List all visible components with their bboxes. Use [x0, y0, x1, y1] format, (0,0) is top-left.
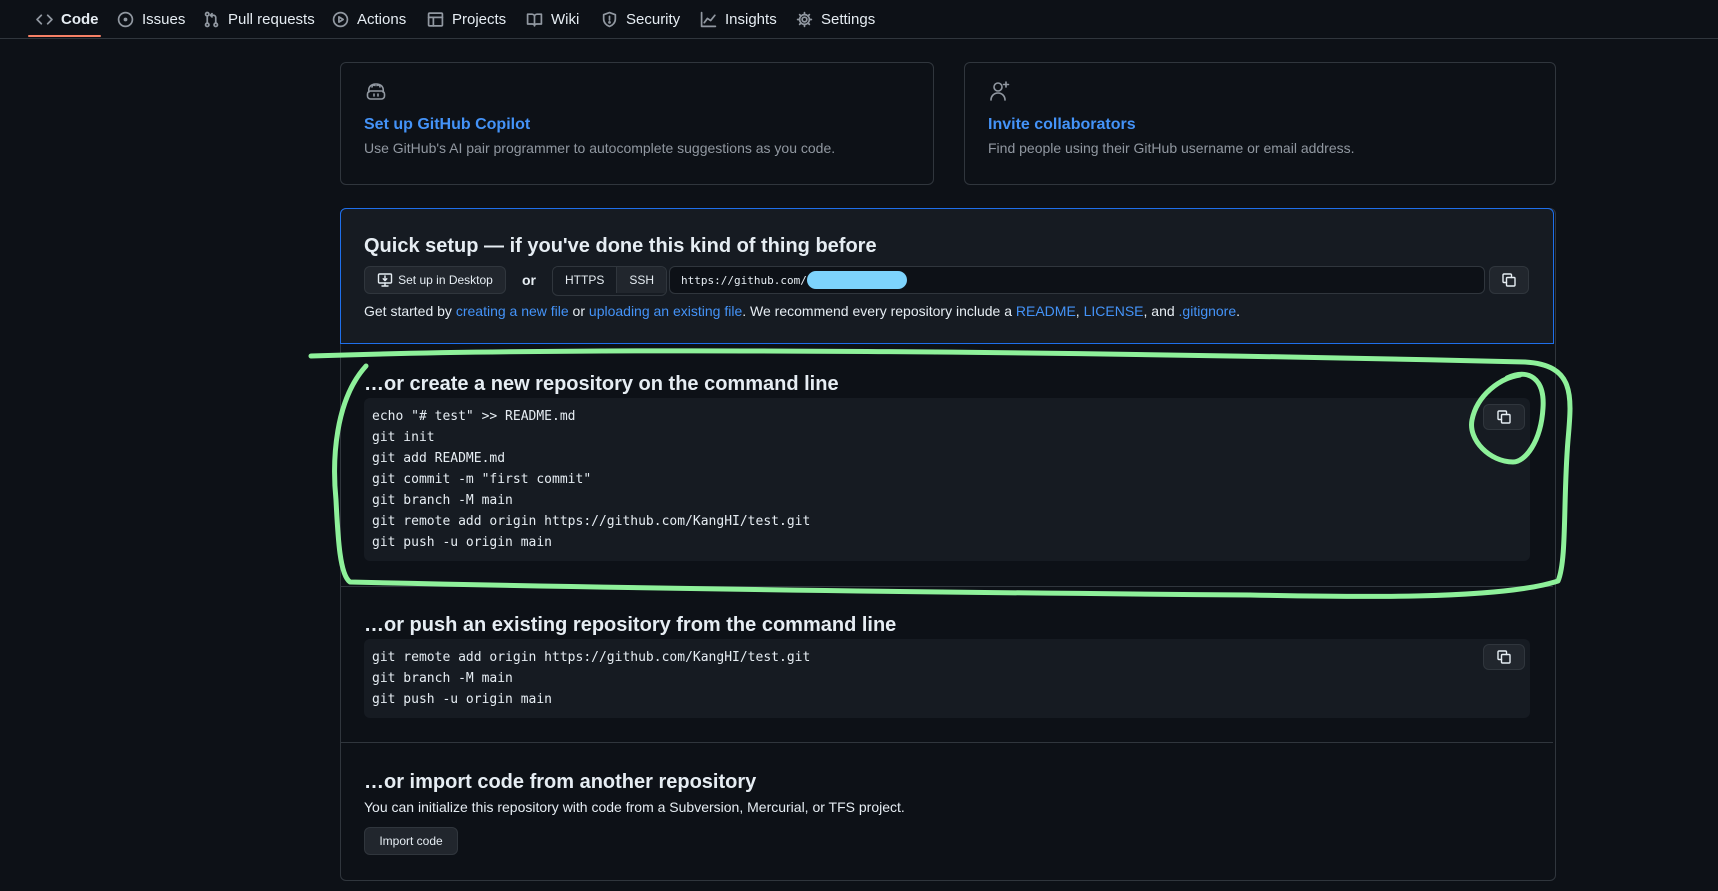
https-option[interactable]: HTTPS	[553, 267, 617, 293]
issue-icon	[117, 11, 134, 27]
create-new-file-link[interactable]: creating a new file	[456, 303, 569, 319]
text-segment: .	[1236, 303, 1241, 319]
copilot-link[interactable]: Set up GitHub Copilot	[364, 116, 530, 134]
protocol-toggle: HTTPS SSH	[552, 266, 668, 296]
copy-url-button[interactable]	[1489, 266, 1529, 294]
copy-create-commands-button[interactable]	[1483, 404, 1525, 430]
person-add-icon	[988, 79, 1012, 103]
code-line: git branch -M main	[372, 671, 513, 686]
quick-setup-title: Quick setup — if you've done this kind o…	[364, 235, 877, 257]
text-segment: Get started by	[364, 303, 456, 319]
desktop-download-icon	[377, 273, 393, 287]
setup-desktop-button[interactable]: Set up in Desktop	[364, 266, 506, 294]
tab-label: Settings	[821, 10, 876, 28]
tab-issues[interactable]: Issues	[117, 0, 185, 38]
play-icon	[332, 11, 349, 27]
copilot-icon	[364, 79, 388, 103]
tab-label: Issues	[142, 10, 186, 28]
tab-pull-requests[interactable]: Pull requests	[203, 0, 315, 38]
license-link[interactable]: LICENSE	[1084, 303, 1144, 319]
setup-desktop-label: Set up in Desktop	[398, 273, 493, 287]
copy-icon	[1502, 273, 1516, 287]
tab-projects[interactable]: Projects	[427, 0, 506, 38]
copilot-description: Use GitHub's AI pair programmer to autoc…	[364, 140, 836, 156]
invite-link[interactable]: Invite collaborators	[988, 116, 1136, 134]
code-line: git remote add origin https://github.com…	[372, 514, 811, 529]
create-repo-code-block: echo "# test" >> README.md git init git …	[364, 398, 1530, 561]
text-segment: ,	[1075, 303, 1084, 319]
copilot-card: Set up GitHub Copilot Use GitHub's AI pa…	[340, 62, 934, 185]
tab-label: Insights	[725, 10, 777, 28]
tab-code[interactable]: Code	[36, 0, 99, 38]
or-label: or	[522, 272, 536, 288]
gear-icon	[796, 11, 813, 27]
tab-label: Security	[626, 10, 681, 28]
create-repo-title: …or create a new repository on the comma…	[364, 373, 839, 395]
clone-url-field[interactable]: https://github.com/	[669, 266, 1485, 294]
code-line: git add README.md	[372, 451, 506, 466]
tab-label: Actions	[357, 10, 407, 28]
import-description: You can initialize this repository with …	[364, 799, 905, 815]
push-repo-code-block: git remote add origin https://github.com…	[364, 639, 1530, 718]
import-code-label: Import code	[379, 834, 443, 848]
tab-security[interactable]: Security	[601, 0, 680, 38]
gitignore-link[interactable]: .gitignore	[1179, 303, 1237, 319]
code-line: git push -u origin main	[372, 535, 553, 550]
invite-description: Find people using their GitHub username …	[988, 140, 1355, 156]
tab-label: Code	[61, 10, 99, 28]
quick-setup-panel: Quick setup — if you've done this kind o…	[340, 208, 1554, 344]
copy-icon	[1497, 650, 1511, 664]
code-line: git commit -m "first commit"	[372, 472, 592, 487]
text-segment: or	[568, 303, 589, 319]
table-icon	[427, 11, 444, 27]
active-tab-indicator	[28, 35, 101, 37]
code-line: git push -u origin main	[372, 692, 553, 707]
code-line: git remote add origin https://github.com…	[372, 650, 811, 665]
copy-icon	[1497, 410, 1511, 424]
tab-wiki[interactable]: Wiki	[526, 0, 579, 38]
push-repo-title: …or push an existing repository from the…	[364, 614, 897, 636]
import-code-button[interactable]: Import code	[364, 827, 458, 855]
text-segment: . We recommend every repository include …	[742, 303, 1016, 319]
code-line: git branch -M main	[372, 493, 513, 508]
section-divider	[341, 742, 1553, 743]
readme-link[interactable]: README	[1016, 303, 1076, 319]
pull-request-icon	[204, 11, 219, 27]
shield-icon	[602, 11, 617, 27]
graph-icon	[700, 11, 717, 27]
get-started-text: Get started by creating a new file or up…	[364, 303, 1240, 319]
copy-push-commands-button[interactable]	[1483, 644, 1525, 670]
tab-settings[interactable]: Settings	[796, 0, 875, 38]
tab-label: Pull requests	[228, 10, 315, 28]
invite-card: Invite collaborators Find people using t…	[964, 62, 1556, 185]
book-icon	[526, 12, 543, 27]
code-icon	[36, 13, 53, 25]
tab-label: Projects	[452, 10, 507, 28]
upload-existing-file-link[interactable]: uploading an existing file	[589, 303, 742, 319]
text-segment: , and	[1143, 303, 1179, 319]
tab-label: Wiki	[551, 10, 580, 28]
code-line: git init	[372, 430, 435, 445]
import-title: …or import code from another repository	[364, 771, 757, 793]
code-line: echo "# test" >> README.md	[372, 409, 576, 424]
tab-insights[interactable]: Insights	[700, 0, 777, 38]
redaction-mark	[806, 271, 907, 289]
tab-actions[interactable]: Actions	[332, 0, 406, 38]
repo-nav: Code Issues Pull requests Actions Projec…	[0, 0, 1718, 39]
ssh-option[interactable]: SSH	[616, 267, 667, 293]
clone-url-text: https://github.com/	[681, 273, 807, 287]
section-divider	[341, 586, 1553, 587]
